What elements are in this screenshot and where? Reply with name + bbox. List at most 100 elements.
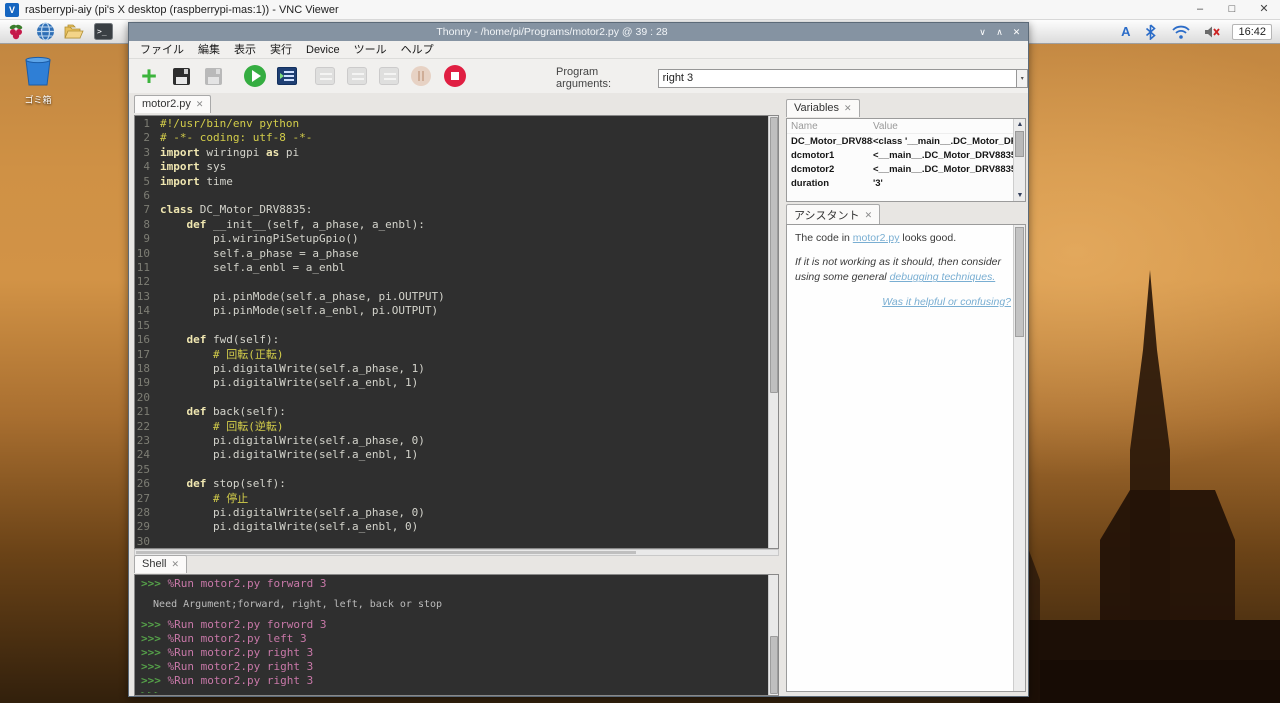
- editor-horizontal-scrollbar[interactable]: [134, 549, 779, 556]
- variables-header: Name Value: [787, 119, 1025, 134]
- vnc-close-button[interactable]: ✕: [1248, 0, 1280, 19]
- vnc-maximize-button[interactable]: □: [1216, 0, 1248, 19]
- line-number: 14: [136, 304, 160, 318]
- menu-edit[interactable]: 編集: [191, 41, 227, 59]
- raspberry-menu-icon[interactable]: [5, 22, 27, 42]
- code-line: 17 # 回転(正転): [136, 348, 767, 362]
- table-row[interactable]: DC_Motor_DRV8835<class '__main__.DC_Moto…: [787, 134, 1025, 148]
- new-file-button[interactable]: +: [137, 63, 161, 89]
- thonny-close-button[interactable]: ✕: [1009, 24, 1024, 41]
- menu-view[interactable]: 表示: [227, 41, 263, 59]
- open-file-button[interactable]: [169, 63, 193, 89]
- assistant-scrollbar[interactable]: [1013, 225, 1025, 691]
- line-number: 20: [136, 391, 160, 405]
- variable-name: duration: [791, 178, 873, 189]
- thonny-maximize-button[interactable]: ∧: [992, 24, 1007, 41]
- variable-name: DC_Motor_DRV8835: [791, 136, 873, 147]
- motor2py-link[interactable]: motor2.py: [853, 232, 900, 244]
- code-line: 21 def back(self):: [136, 405, 767, 419]
- trash-desktop-icon[interactable]: ゴミ箱: [16, 56, 60, 106]
- variable-value: <__main__.DC_Motor_DRV8835 object a: [873, 164, 1021, 175]
- variables-tabbar: Variables ✕: [786, 98, 860, 118]
- code-line: 3import wiringpi as pi: [136, 146, 767, 160]
- menu-device[interactable]: Device: [299, 41, 347, 59]
- wifi-icon[interactable]: [1170, 22, 1192, 42]
- shell-vertical-scrollbar[interactable]: [768, 575, 778, 695]
- vnc-minimize-button[interactable]: –: [1184, 0, 1216, 19]
- line-number: 3: [136, 146, 160, 160]
- volume-muted-icon[interactable]: [1201, 22, 1223, 42]
- stop-button[interactable]: [443, 63, 467, 89]
- editor-vertical-scrollbar[interactable]: [768, 116, 778, 548]
- program-arguments-input[interactable]: [658, 69, 1018, 88]
- tab-assistant[interactable]: アシスタント ✕: [786, 204, 880, 226]
- shell-line: >>>: [141, 688, 767, 693]
- variables-rows: DC_Motor_DRV8835<class '__main__.DC_Moto…: [787, 134, 1025, 190]
- vnc-window-title: rasberrypi-aiy (pi's X desktop (raspberr…: [25, 4, 339, 16]
- combo-dropdown-icon[interactable]: ▾: [1017, 69, 1028, 88]
- thonny-minimize-button[interactable]: ∨: [975, 24, 990, 41]
- variable-value: <class '__main__.DC_Motor_DRV8835'>: [873, 136, 1021, 147]
- trash-bin-icon: [22, 56, 54, 86]
- code-line: 11 self.a_enbl = a_enbl: [136, 261, 767, 275]
- table-row[interactable]: dcmotor1<__main__.DC_Motor_DRV8835 objec…: [787, 148, 1025, 162]
- shell-line: >>> %Run motor2.py right 3: [141, 674, 767, 688]
- code-line: 12: [136, 275, 767, 289]
- step-over-button[interactable]: [313, 63, 337, 89]
- code-line: 5import time: [136, 175, 767, 189]
- resume-button[interactable]: [409, 63, 433, 89]
- save-button[interactable]: [201, 63, 225, 89]
- shell-tabbar: Shell ✕: [134, 554, 187, 574]
- variable-value: <__main__.DC_Motor_DRV8835 object a: [873, 150, 1021, 161]
- code-line: 7class DC_Motor_DRV8835:: [136, 203, 767, 217]
- line-number: 25: [136, 463, 160, 477]
- code-line: 6: [136, 189, 767, 203]
- keyboard-layout-indicator[interactable]: A: [1121, 24, 1130, 39]
- run-button[interactable]: [243, 63, 267, 89]
- menu-help[interactable]: ヘルプ: [394, 41, 441, 59]
- shell-line: >>> %Run motor2.py forword 3: [141, 618, 767, 632]
- code-lines: 1#!/usr/bin/env python2# -*- coding: utf…: [136, 117, 767, 547]
- table-row[interactable]: duration'3': [787, 176, 1025, 190]
- code-line: 15: [136, 319, 767, 333]
- menu-tools[interactable]: ツール: [347, 41, 394, 59]
- tab-close-icon[interactable]: ✕: [865, 210, 873, 221]
- line-number: 30: [136, 535, 160, 547]
- variables-scrollbar[interactable]: ▲ ▼: [1013, 119, 1025, 201]
- menu-file[interactable]: ファイル: [133, 41, 191, 59]
- clock[interactable]: 16:42: [1232, 24, 1272, 40]
- step-out-button[interactable]: [377, 63, 401, 89]
- tab-variables[interactable]: Variables ✕: [786, 99, 860, 117]
- code-editor[interactable]: 1#!/usr/bin/env python2# -*- coding: utf…: [134, 115, 779, 549]
- step-into-button[interactable]: [345, 63, 369, 89]
- file-manager-icon[interactable]: [63, 22, 85, 42]
- code-line: 18 pi.digitalWrite(self.a_phase, 1): [136, 362, 767, 376]
- tab-close-icon[interactable]: ✕: [171, 559, 179, 570]
- shell-panel[interactable]: >>> %Run motor2.py forward 3 Need Argume…: [134, 574, 779, 696]
- code-line: 30: [136, 535, 767, 547]
- line-number: 15: [136, 319, 160, 333]
- bluetooth-icon[interactable]: [1139, 22, 1161, 42]
- tab-shell[interactable]: Shell ✕: [134, 555, 187, 573]
- scroll-down-icon[interactable]: ▼: [1014, 190, 1026, 201]
- line-number: 17: [136, 348, 160, 362]
- debugging-techniques-link[interactable]: debugging techniques.: [890, 271, 996, 283]
- web-browser-icon[interactable]: [34, 22, 56, 42]
- trash-label: ゴミ箱: [16, 93, 60, 106]
- menu-run[interactable]: 実行: [263, 41, 299, 59]
- table-row[interactable]: dcmotor2<__main__.DC_Motor_DRV8835 objec…: [787, 162, 1025, 176]
- step-over-icon: [315, 67, 335, 85]
- debug-button[interactable]: [275, 63, 299, 89]
- feedback-link[interactable]: Was it helpful or confusing?: [882, 296, 1011, 308]
- line-number: 23: [136, 434, 160, 448]
- run-play-icon: [244, 65, 266, 87]
- thonny-window-title: Thonny - /home/pi/Programs/motor2.py @ 3…: [129, 26, 975, 38]
- tab-close-icon[interactable]: ✕: [844, 103, 852, 114]
- code-line: 10 self.a_phase = a_phase: [136, 247, 767, 261]
- terminal-icon[interactable]: >_: [92, 22, 114, 42]
- editor-tabbar: motor2.py ✕: [134, 94, 211, 115]
- scroll-up-icon[interactable]: ▲: [1014, 119, 1026, 130]
- variable-value: '3': [873, 178, 1021, 189]
- tab-motor2py[interactable]: motor2.py ✕: [134, 95, 211, 113]
- tab-close-icon[interactable]: ✕: [196, 99, 204, 110]
